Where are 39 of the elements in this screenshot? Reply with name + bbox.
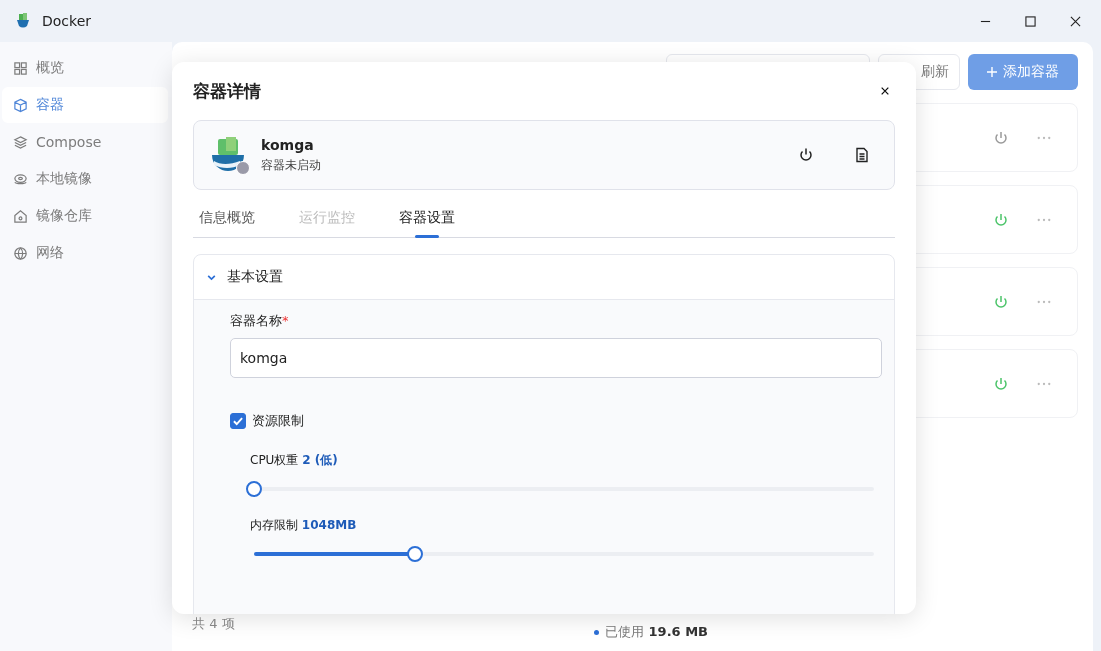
sidebar-item[interactable]: 概览 (2, 50, 168, 86)
grid-icon (13, 60, 28, 76)
usage-value: 19.6 MB (648, 624, 708, 639)
sidebar-item[interactable]: 镜像仓库 (2, 198, 168, 234)
document-icon[interactable] (854, 147, 870, 163)
window-title: Docker (42, 13, 92, 29)
close-icon[interactable] (1070, 15, 1081, 27)
checkbox-label: 资源限制 (252, 412, 304, 430)
dialog-title: 容器详情 (193, 79, 261, 103)
layers-icon (13, 134, 28, 150)
cube-icon (13, 97, 28, 113)
add-container-button[interactable]: 添加容器 (968, 54, 1078, 90)
tab[interactable]: 信息概览 (199, 190, 255, 237)
house-icon (13, 208, 28, 224)
sidebar-item[interactable]: 本地镜像 (2, 161, 168, 197)
globe-icon (13, 245, 28, 261)
container-name: komga (261, 136, 315, 153)
required-mark: * (282, 313, 289, 328)
slider-reading: 2 (低) (302, 453, 338, 467)
item-count: 共 4 项 (192, 615, 235, 633)
power-icon[interactable] (798, 147, 814, 163)
sidebar-item[interactable]: Compose (2, 124, 168, 160)
slider-label: 内存限制 (250, 518, 298, 532)
field-label: 容器名称* (230, 312, 290, 330)
disk-icon (13, 171, 28, 187)
tab[interactable]: 容器设置 (399, 190, 455, 237)
slider-reading: 1048MB (301, 518, 357, 532)
close-icon[interactable] (880, 86, 890, 96)
slider-handle[interactable] (246, 481, 262, 497)
container-name-input[interactable]: komga (230, 338, 882, 378)
maximize-icon[interactable] (1025, 15, 1036, 27)
slider-label: CPU权重 (250, 453, 299, 467)
container-status: 容器未启动 (261, 156, 322, 174)
sidebar-item[interactable]: 容器 (2, 87, 168, 123)
checkbox[interactable] (230, 413, 246, 429)
slider-handle[interactable] (407, 546, 424, 562)
sidebar-item[interactable]: 网络 (2, 235, 168, 271)
usage-label: 已使用 (605, 624, 645, 639)
plus-icon (987, 67, 997, 77)
